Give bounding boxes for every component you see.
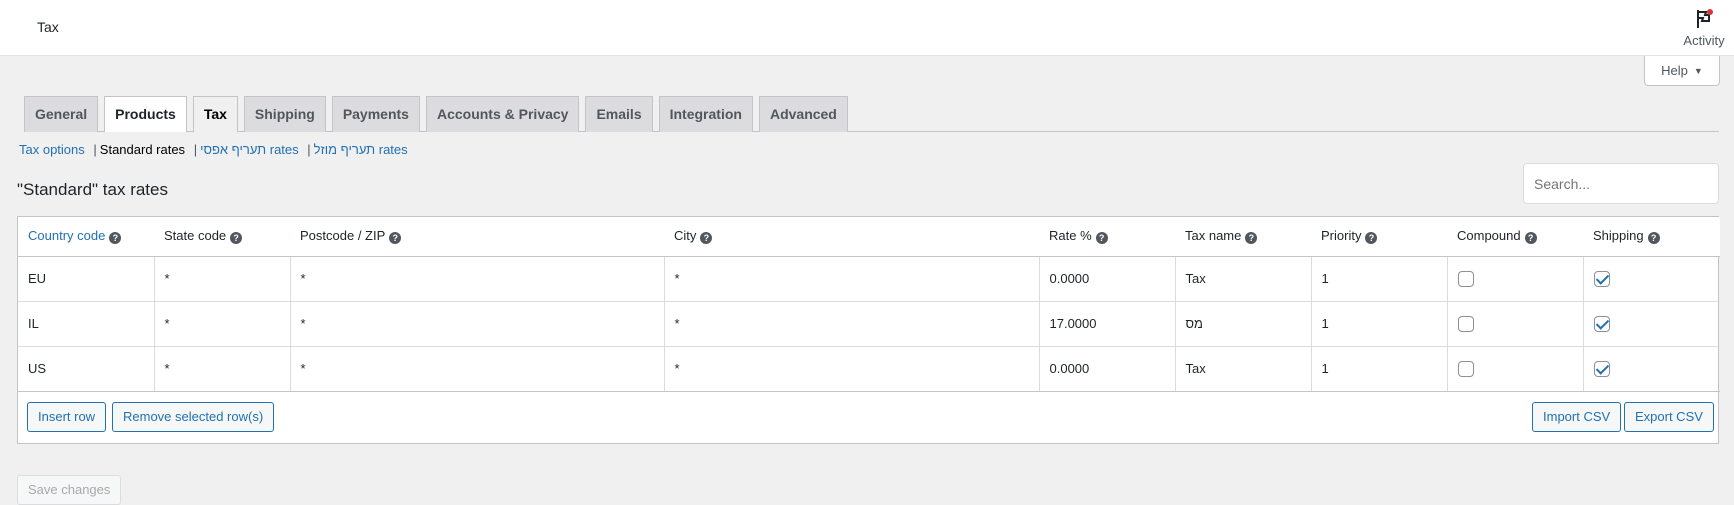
section-title: "Standard" tax rates [17, 180, 168, 199]
help-icon[interactable]: ? [1245, 232, 1258, 245]
col-label: Country code [28, 228, 106, 244]
compound-checkbox[interactable] [1457, 270, 1474, 287]
country-cell[interactable]: EU [18, 256, 155, 302]
top-bar: Tax Activity [0, 0, 1734, 56]
col-postcode: Postcode / ZIP? [290, 217, 664, 257]
tab-accounts-privacy[interactable]: Accounts & Privacy [425, 96, 580, 132]
compound-checkbox[interactable] [1457, 360, 1474, 377]
search-input[interactable] [1523, 163, 1719, 204]
help-icon[interactable]: ? [389, 232, 402, 245]
shipping-checkbox[interactable] [1593, 270, 1610, 287]
save-changes-button[interactable]: Save changes [17, 475, 122, 505]
col-priority: Priority? [1311, 217, 1447, 257]
country-cell[interactable]: US [18, 346, 155, 392]
postcode-cell[interactable]: * [290, 346, 665, 392]
compound-cell [1447, 346, 1584, 392]
help-icon[interactable]: ? [1524, 232, 1537, 245]
col-label: Shipping [1593, 228, 1644, 244]
shipping-cell [1583, 256, 1720, 302]
help-icon[interactable]: ? [1647, 232, 1660, 245]
activity-label: Activity [1683, 33, 1725, 48]
tax-sections-nav: Tax options | Standard rates | תעריף אפסי … [19, 142, 408, 157]
zero-rates-link[interactable]: תעריף מוזל rates [314, 142, 408, 157]
help-icon[interactable]: ? [1095, 232, 1108, 245]
tab-integration[interactable]: Integration [658, 96, 753, 132]
country-cell[interactable]: IL [18, 301, 155, 347]
tab-general[interactable]: General [24, 96, 99, 132]
shipping-checkbox[interactable] [1593, 360, 1610, 377]
state-cell[interactable]: * [154, 301, 291, 347]
rate-cell[interactable]: 0.0000 [1039, 256, 1176, 302]
caret-down-icon: ▼ [1693, 65, 1703, 76]
tab-products[interactable]: Products [104, 96, 187, 132]
page-title: Tax [37, 19, 59, 35]
tax-name-cell[interactable]: Tax [1175, 346, 1312, 392]
shipping-cell [1583, 346, 1720, 392]
separator: | [93, 142, 97, 157]
help-button[interactable]: Help ▼ [1644, 56, 1720, 86]
rate-cell[interactable]: 0.0000 [1039, 346, 1176, 392]
rate-cell[interactable]: 17.0000 [1039, 301, 1176, 347]
shipping-cell [1583, 301, 1720, 347]
activity-button[interactable]: Activity [1674, 4, 1734, 48]
priority-cell[interactable]: 1 [1311, 256, 1448, 302]
col-city: City? [664, 217, 1039, 257]
priority-cell[interactable]: 1 [1311, 346, 1448, 392]
col-country-code[interactable]: Country code? [18, 217, 154, 257]
reduced-rates-link[interactable]: תעריף אפסי rates [200, 142, 299, 157]
priority-cell[interactable]: 1 [1311, 301, 1448, 347]
tab-advanced[interactable]: Advanced [758, 96, 848, 132]
shipping-checkbox[interactable] [1593, 315, 1610, 332]
table-row[interactable]: EU * * * 0.0000 Tax 1 [18, 256, 1720, 302]
flag-icon [1697, 9, 1713, 28]
col-label: State code [164, 228, 227, 244]
col-label: Tax name [1185, 228, 1242, 244]
insert-row-button[interactable]: Insert row [27, 401, 107, 432]
col-tax-name: Tax name? [1175, 217, 1311, 257]
tab-shipping[interactable]: Shipping [243, 96, 326, 132]
col-label: Compound [1457, 228, 1521, 244]
city-cell[interactable]: * [664, 346, 1040, 392]
tax-name-cell[interactable]: Tax [1175, 256, 1312, 302]
tab-tax[interactable]: Tax [192, 96, 238, 133]
separator: | [193, 142, 198, 157]
city-cell[interactable]: * [664, 256, 1040, 302]
compound-cell [1447, 301, 1584, 347]
help-icon[interactable]: ? [1365, 232, 1378, 245]
remove-rows-button[interactable]: Remove selected row(s) [112, 401, 275, 432]
table-row[interactable]: US * * * 0.0000 Tax 1 [18, 346, 1720, 392]
col-label: Priority [1321, 228, 1362, 244]
settings-tabs: General Products Tax Shipping Payments A… [24, 96, 1719, 133]
col-label: City [674, 228, 697, 244]
tax-options-link[interactable]: Tax options [19, 142, 85, 157]
help-label: Help [1661, 63, 1688, 78]
help-icon[interactable]: ? [700, 232, 713, 245]
state-cell[interactable]: * [154, 256, 291, 302]
table-row[interactable]: IL * * * 17.0000 מס 1 [18, 301, 1720, 347]
standard-rates-current: Standard rates [99, 142, 186, 157]
compound-cell [1447, 256, 1584, 302]
col-state-code: State code? [154, 217, 290, 257]
col-label: Postcode / ZIP [300, 228, 386, 244]
tab-emails[interactable]: Emails [585, 96, 653, 132]
col-label: Rate % [1049, 228, 1092, 244]
tax-name-cell[interactable]: מס [1175, 301, 1312, 347]
city-cell[interactable]: * [664, 301, 1040, 347]
separator: | [307, 142, 311, 157]
compound-checkbox[interactable] [1457, 315, 1474, 332]
table-header-row: Country code? State code? Postcode / ZIP… [18, 217, 1720, 257]
export-csv-button[interactable]: Export CSV [1624, 401, 1714, 432]
col-shipping: Shipping? [1583, 217, 1720, 257]
postcode-cell[interactable]: * [290, 256, 665, 302]
table-footer: Insert row Remove selected row(s) Import… [18, 392, 1718, 443]
col-rate: Rate %? [1039, 217, 1175, 257]
postcode-cell[interactable]: * [290, 301, 665, 347]
state-cell[interactable]: * [154, 346, 291, 392]
help-icon[interactable]: ? [230, 232, 243, 245]
import-csv-button[interactable]: Import CSV [1532, 401, 1622, 432]
help-icon[interactable]: ? [109, 232, 122, 245]
tax-rates-table: Country code? State code? Postcode / ZIP… [17, 216, 1720, 444]
col-compound: Compound? [1447, 217, 1583, 257]
tab-payments[interactable]: Payments [331, 96, 420, 132]
